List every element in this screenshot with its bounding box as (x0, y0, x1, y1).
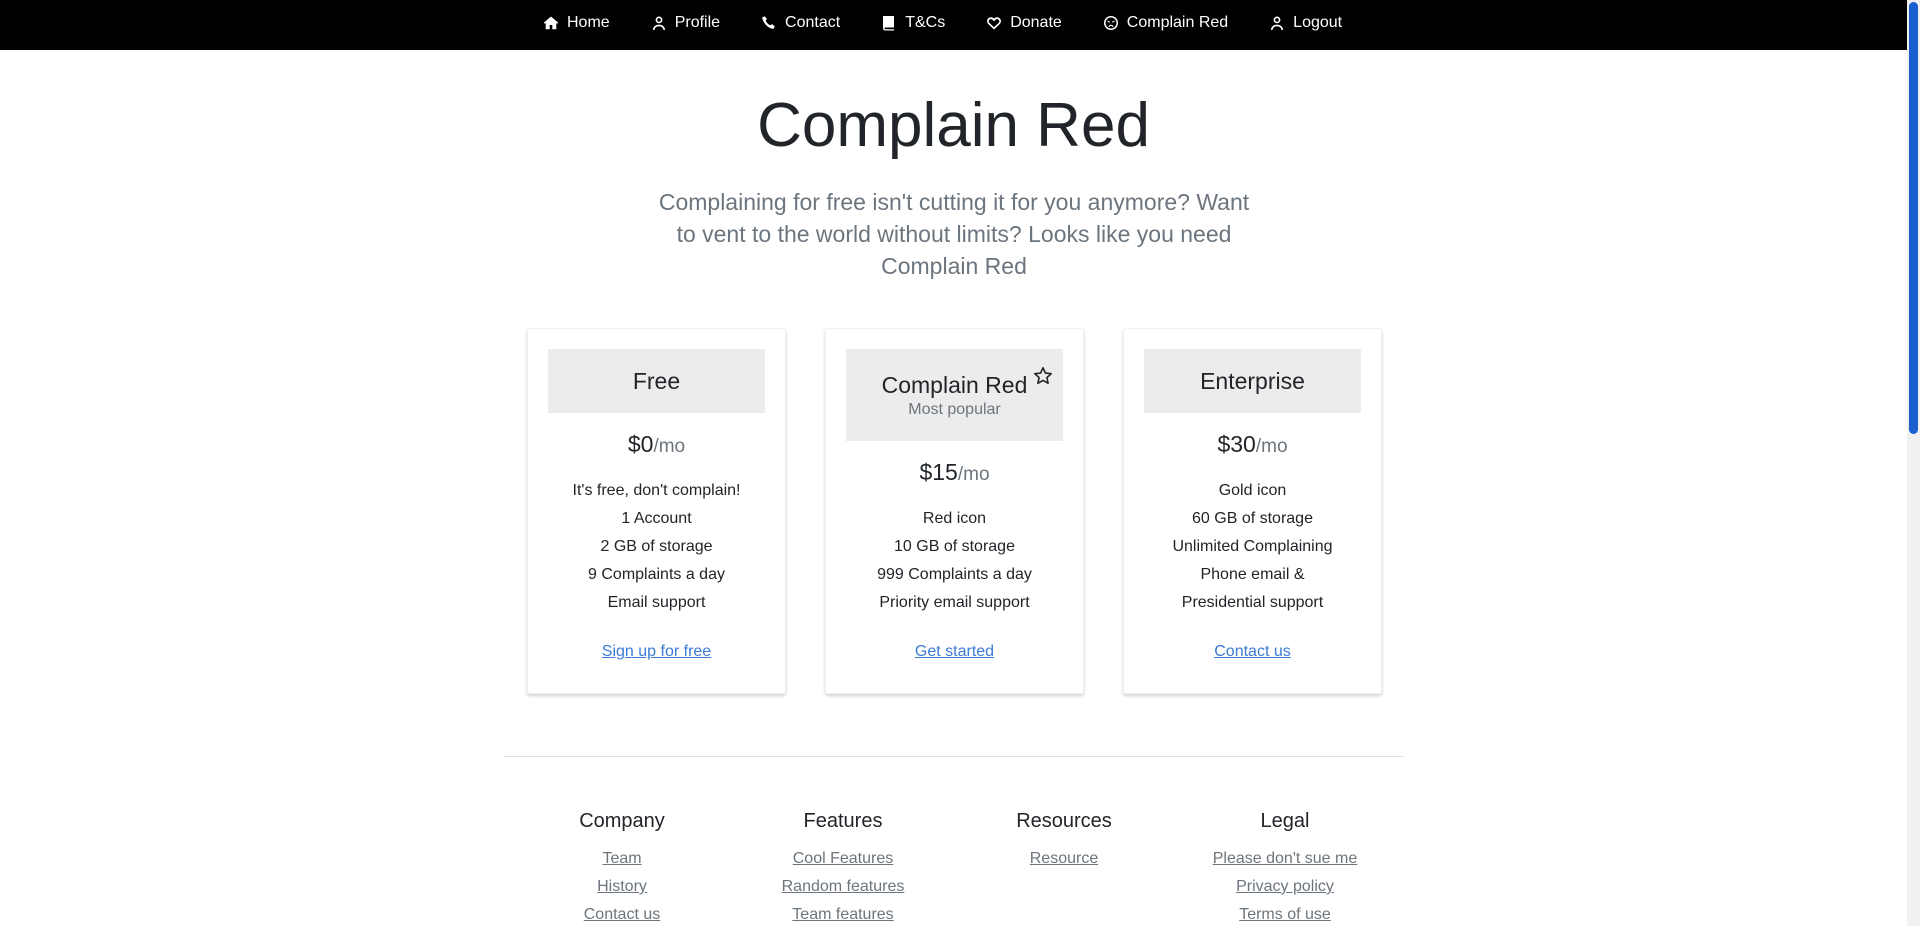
nav-item-donate[interactable]: Donate (986, 14, 1062, 32)
footer-heading: Company (579, 810, 665, 832)
nav-item-contact[interactable]: Contact (761, 14, 840, 32)
plan-title: Free (632, 368, 681, 394)
price-amount: $30 (1217, 431, 1256, 457)
footer-link-cool-features[interactable]: Cool Features (733, 845, 953, 873)
footer-link-please-dont-sue-me[interactable]: Please don't sue me (1175, 845, 1395, 873)
contact-us-link[interactable]: Contact us (1124, 643, 1381, 661)
nav-item-label: Logout (1293, 13, 1343, 31)
price-period: /mo (1255, 436, 1288, 457)
feature-item: 9 Complaints a day (588, 566, 725, 583)
nav-item-home[interactable]: Home (543, 14, 610, 32)
plan-price: $0/mo (528, 431, 785, 458)
footer-links: Cool Features Random features Team featu… (733, 845, 953, 926)
nav-item-label: Donate (1010, 13, 1062, 31)
nav-item-label: T&Cs (905, 13, 946, 31)
card-header: Complain Red Most popular (846, 349, 1063, 441)
footer-divider (503, 756, 1404, 757)
feature-list: It's free, don't complain! 1 Account 2 G… (528, 477, 785, 617)
heart-icon (987, 16, 1002, 29)
card-header: Free (548, 349, 765, 413)
feature-item: Email support (607, 594, 706, 611)
footer-link-resource[interactable]: Resource (954, 845, 1174, 873)
top-navbar: Home Profile Contact T&Cs Donate Complai… (0, 0, 1907, 50)
pricing-card-enterprise: Enterprise $30/mo Gold icon 60 GB of sto… (1123, 328, 1382, 694)
feature-list: Red icon 10 GB of storage 999 Complaints… (826, 505, 1083, 617)
feature-item: 10 GB of storage (894, 538, 1015, 555)
footer-link-team-features[interactable]: Team features (733, 901, 953, 926)
footer-links: Please don't sue me Privacy policy Terms… (1175, 845, 1395, 926)
footer-link-random-features[interactable]: Random features (733, 873, 953, 901)
plan-title: Enterprise (1200, 368, 1305, 394)
footer-link-contact-us[interactable]: Contact us (512, 901, 732, 926)
nav-item-logout[interactable]: Logout (1269, 14, 1342, 32)
phone-icon (762, 15, 775, 29)
footer-link-history[interactable]: History (512, 873, 732, 901)
book-icon (883, 15, 895, 30)
scrollbar-thumb[interactable] (1909, 2, 1918, 434)
scrollbar[interactable] (1907, 0, 1920, 926)
nav-item-label: Profile (674, 13, 721, 31)
nav-item-label: Home (567, 13, 610, 31)
feature-item: Gold icon (1218, 482, 1287, 499)
feature-item: 60 GB of storage (1192, 510, 1313, 527)
plan-price: $15/mo (826, 459, 1083, 486)
footer-heading: Legal (1260, 810, 1310, 832)
price-amount: $0 (627, 431, 654, 457)
page-subtitle: Complaining for free isn't cutting it fo… (658, 189, 1250, 279)
footer-link-team[interactable]: Team (512, 845, 732, 873)
page-title: Complain Red (757, 91, 1150, 160)
plan-tag: Most popular (908, 401, 1001, 418)
footer-links: Team History Contact us (512, 845, 732, 926)
feature-item: Phone email & (1200, 566, 1305, 583)
feature-item: 1 Account (621, 510, 692, 527)
nav-item-profile[interactable]: Profile (651, 14, 720, 32)
sign-up-free-link[interactable]: Sign up for free (528, 643, 785, 661)
feature-item: 999 Complaints a day (877, 566, 1032, 583)
footer-links: Resource (954, 845, 1174, 873)
footer-column-resources: Resources Resource (954, 810, 1174, 873)
angry-face-icon (1103, 15, 1118, 30)
star-icon (1034, 367, 1052, 385)
pricing-card-complain-red: Complain Red Most popular $15/mo Red ico… (825, 328, 1084, 694)
card-header: Enterprise (1144, 349, 1361, 413)
feature-item: Red icon (922, 510, 987, 527)
plan-price: $30/mo (1124, 431, 1381, 458)
price-period: /mo (653, 436, 686, 457)
feature-item: Presidential support (1181, 594, 1324, 611)
plan-title: Complain Red (881, 372, 1028, 398)
footer-heading: Features (803, 810, 883, 832)
page: Home Profile Contact T&Cs Donate Complai… (0, 0, 1920, 926)
feature-item: Priority email support (879, 594, 1030, 611)
get-started-link[interactable]: Get started (826, 643, 1083, 661)
price-amount: $15 (919, 459, 958, 485)
footer-link-terms-of-use[interactable]: Terms of use (1175, 901, 1395, 926)
nav-item-label: Complain Red (1126, 13, 1229, 31)
feature-item: It's free, don't complain! (572, 482, 741, 499)
nav-item-tcs[interactable]: T&Cs (881, 14, 945, 32)
user-icon (652, 16, 665, 30)
nav-item-label: Contact (785, 13, 841, 31)
footer-column-legal: Legal Please don't sue me Privacy policy… (1175, 810, 1395, 926)
footer-heading: Resources (1016, 810, 1112, 832)
feature-list: Gold icon 60 GB of storage Unlimited Com… (1124, 477, 1381, 617)
footer-column-company: Company Team History Contact us (512, 810, 732, 926)
user-icon (1271, 16, 1284, 30)
footer-column-features: Features Cool Features Random features T… (733, 810, 953, 926)
nav-list: Home Profile Contact T&Cs Donate Complai… (543, 0, 1342, 45)
home-icon (543, 16, 559, 29)
feature-item: 2 GB of storage (600, 538, 713, 555)
pricing-card-free: Free $0/mo It's free, don't complain! 1 … (527, 328, 786, 694)
footer-link-privacy-policy[interactable]: Privacy policy (1175, 873, 1395, 901)
nav-item-complain-red[interactable]: Complain Red (1103, 14, 1228, 32)
price-period: /mo (957, 464, 990, 485)
feature-item: Unlimited Complaining (1172, 538, 1333, 555)
